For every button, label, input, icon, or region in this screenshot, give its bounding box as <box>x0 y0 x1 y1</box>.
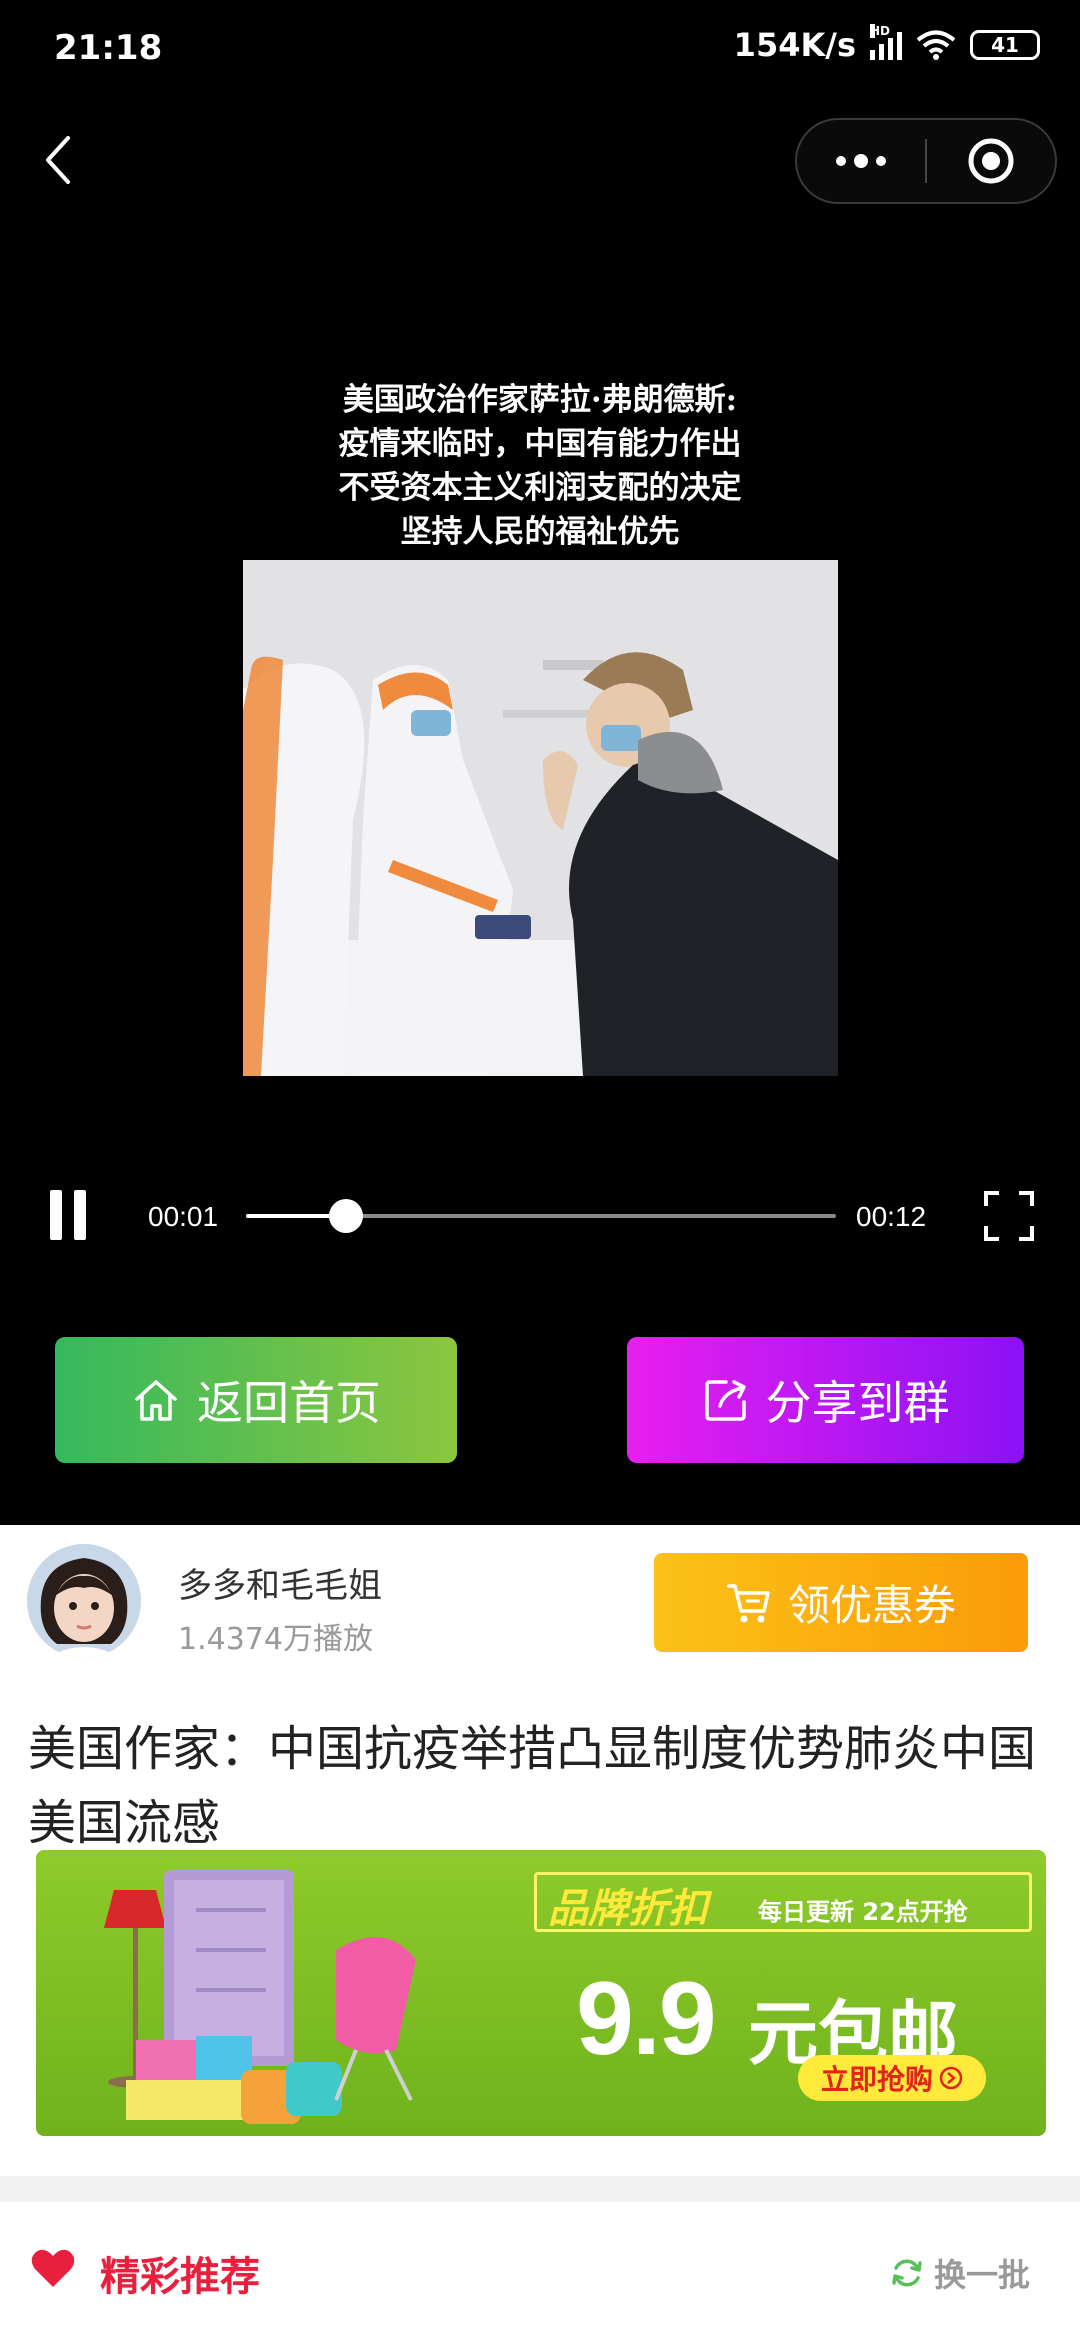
refresh-button[interactable]: 换一批 <box>890 2250 1030 2296</box>
status-bar: 21:18 154K/s HD 41 <box>0 0 1080 96</box>
more-button[interactable] <box>797 120 925 202</box>
hd-badge: HD <box>870 24 891 38</box>
home-button-label: 返回首页 <box>197 1376 381 1430</box>
caption-line: 不受资本主义利润支配的决定 <box>338 470 742 506</box>
coupon-button[interactable]: 领优惠券 <box>654 1553 1028 1652</box>
video-title: 美国作家：中国抗疫举措凸显制度优势肺炎中国美国流感 <box>28 1721 1037 1851</box>
pause-icon-bar <box>50 1190 62 1240</box>
refresh-icon <box>892 2259 922 2287</box>
close-miniprogram-button[interactable] <box>927 120 1055 202</box>
total-time: 00:12 <box>856 1201 927 1232</box>
section-divider <box>0 2176 1080 2202</box>
signal-icon: HD <box>870 24 902 60</box>
share-button-label: 分享到群 <box>765 1376 950 1430</box>
banner-products-illustration <box>104 1870 416 2124</box>
banner-cta-button[interactable]: 立即抢购 <box>798 2055 986 2101</box>
current-time: 00:01 <box>148 1201 219 1232</box>
status-time: 21:18 <box>54 28 163 68</box>
home-button[interactable]: 返回首页 <box>55 1337 457 1463</box>
share-button[interactable]: 分享到群 <box>627 1337 1024 1463</box>
caption-line: 坚持人民的福祉优先 <box>400 514 680 550</box>
status-icons: 154K/s HD 41 <box>733 24 1040 64</box>
battery-level: 41 <box>991 33 1019 57</box>
banner-tag-sub: 每日更新 22点开抢 <box>758 1898 968 1926</box>
back-button[interactable] <box>34 130 82 190</box>
promo-banner[interactable]: 品牌折扣 每日更新 22点开抢 9.9 元包邮 立即抢购 <box>36 1850 1046 2136</box>
mini-program-capsule <box>795 118 1057 204</box>
banner-price: 9.9 <box>576 1961 717 2077</box>
home-icon <box>135 1380 177 1421</box>
coupon-button-label: 领优惠券 <box>787 1581 956 1630</box>
progress-thumb[interactable] <box>329 1199 364 1233</box>
author-name[interactable]: 多多和毛毛姐 <box>178 1558 382 1607</box>
progress-slider[interactable] <box>246 1199 836 1233</box>
avatar[interactable] <box>27 1544 141 1658</box>
play-count: 1.4374万播放 <box>178 1622 373 1657</box>
video-still-image <box>243 560 838 1076</box>
banner-tag-main: 品牌折扣 <box>548 1886 708 1932</box>
pause-button[interactable] <box>50 1190 94 1240</box>
video-frame[interactable] <box>243 560 838 1076</box>
pause-icon-bar <box>74 1190 86 1240</box>
more-dots-icon <box>836 154 886 168</box>
cart-icon <box>727 1583 770 1622</box>
heart-icon <box>31 2249 75 2287</box>
fullscreen-icon <box>984 1191 1034 1241</box>
caption-line: 疫情来临时，中国有能力作出 <box>338 426 742 462</box>
fullscreen-button[interactable] <box>983 1190 1035 1242</box>
arrow-circle-icon <box>939 2066 963 2090</box>
share-icon <box>704 1380 746 1421</box>
banner-cta-label: 立即抢购 <box>820 2063 933 2096</box>
recommend-title: 精彩推荐 <box>100 2254 260 2300</box>
refresh-label: 换一批 <box>934 2256 1031 2294</box>
target-icon <box>968 138 1014 184</box>
chevron-left-icon <box>46 136 70 184</box>
caption-line: 美国政治作家萨拉·弗朗德斯: <box>342 382 738 418</box>
wifi-icon <box>916 30 956 60</box>
avatar-image <box>27 1544 141 1658</box>
battery-icon: 41 <box>970 30 1040 60</box>
net-speed: 154K/s <box>733 26 856 64</box>
video-caption: 美国政治作家萨拉·弗朗德斯: 疫情来临时，中国有能力作出 不受资本主义利润支配的… <box>200 378 880 554</box>
